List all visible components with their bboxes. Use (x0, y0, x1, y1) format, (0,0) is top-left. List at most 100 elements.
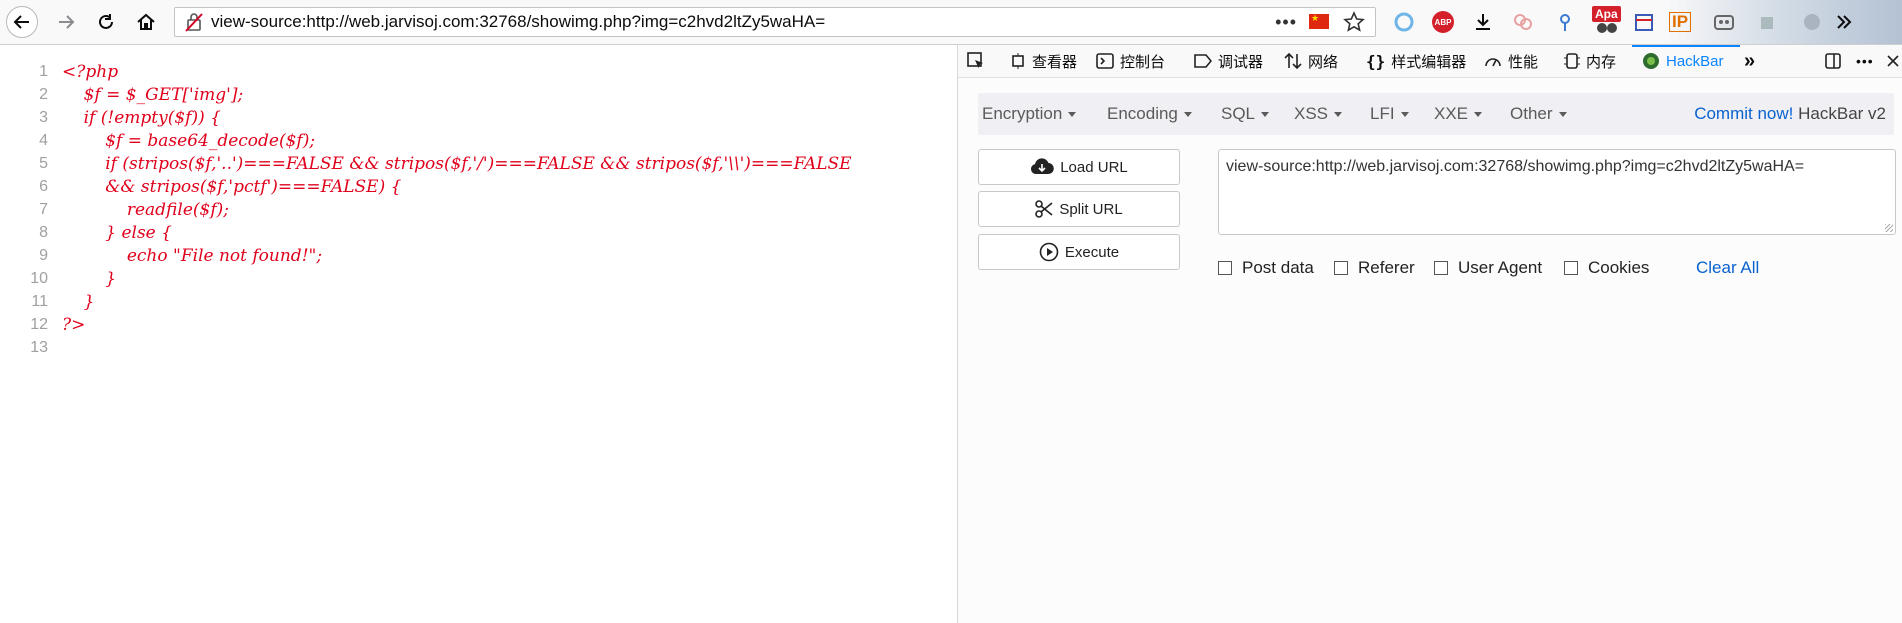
adblock-plus-icon[interactable]: ABP (1431, 10, 1455, 34)
network-icon (1284, 52, 1302, 70)
url-text[interactable]: view-source:http://web.jarvisoj.com:3276… (211, 12, 825, 32)
overflow-menu-icon[interactable] (1832, 10, 1856, 34)
chevron-down-icon (1068, 112, 1077, 118)
line-code: } (62, 269, 117, 289)
circle-extension-icon[interactable] (1392, 10, 1416, 34)
ball-extension-icon[interactable] (1800, 10, 1824, 34)
forward-arrow-icon (59, 15, 75, 29)
reload-icon (99, 14, 113, 29)
record-dots-icon (1595, 16, 1619, 40)
forward-button[interactable] (50, 6, 82, 38)
browser-toolbar: view-source:http://web.jarvisoj.com:3276… (0, 0, 1902, 45)
back-button[interactable] (6, 6, 38, 38)
execute-button[interactable]: Execute (978, 234, 1180, 270)
tab-inspector[interactable]: 查看器 (1010, 45, 1077, 77)
chevron-down-icon (1183, 112, 1192, 118)
menu-encoding[interactable]: Encoding (1107, 93, 1192, 135)
line-number: 11 (31, 293, 48, 310)
ip-extension-badge[interactable]: IP (1669, 12, 1692, 32)
calendar-extension-icon[interactable] (1632, 10, 1656, 34)
inspector-icon (1012, 53, 1024, 69)
hackbar-url-textarea[interactable]: view-source:http://web.jarvisoj.com:3276… (1218, 149, 1896, 235)
split-url-label: Split URL (1059, 200, 1123, 218)
line-number: 3 (39, 109, 48, 126)
element-picker-icon (967, 52, 983, 68)
element-picker-button[interactable] (966, 45, 986, 77)
clear-all-link[interactable]: Clear All (1696, 257, 1759, 279)
view-source-pane: 1 <?php 2 $f = $_GET['img']; 3 if (!empty($… (0, 45, 958, 623)
line-code: $f = base64_decode($f); (62, 131, 316, 151)
hackbar-version: HackBar v2 (1798, 104, 1886, 123)
tab-style-editor[interactable]: {} 样式编辑器 (1366, 45, 1466, 77)
more-tabs-icon[interactable]: » (1744, 45, 1755, 77)
line-number: 9 (39, 247, 48, 264)
close-icon (1887, 55, 1899, 67)
commit-now-link[interactable]: Commit now! (1694, 104, 1793, 123)
chevron-down-icon (1558, 112, 1567, 118)
referer-checkbox[interactable]: Referer (1334, 257, 1415, 279)
play-circle-icon (1039, 242, 1059, 262)
line-number: 4 (39, 132, 48, 149)
checkbox-icon[interactable] (1334, 261, 1348, 275)
checkbox-label: User Agent (1458, 258, 1543, 277)
line-number: 7 (39, 201, 48, 218)
link-circles-icon[interactable] (1511, 10, 1535, 34)
back-arrow-icon (13, 15, 29, 29)
devtools-menu-icon[interactable]: ••• (1856, 45, 1874, 77)
tab-performance[interactable]: 性能 (1484, 45, 1538, 77)
cloud-download-icon (1031, 158, 1054, 175)
menu-encryption[interactable]: Encryption (982, 93, 1077, 135)
close-devtools-button[interactable] (1886, 45, 1900, 77)
menu-lfi[interactable]: LFI (1370, 93, 1409, 135)
page-actions-icon[interactable]: ••• (1275, 12, 1297, 33)
tab-console[interactable]: 控制台 (1096, 45, 1165, 77)
tab-label: 网络 (1308, 53, 1339, 71)
url-bar[interactable]: view-source:http://web.jarvisoj.com:3276… (174, 7, 1376, 37)
tab-label: 查看器 (1032, 53, 1078, 71)
commit-area: Commit now! HackBar v2 (1694, 93, 1886, 135)
checkbox-label: Cookies (1588, 258, 1650, 277)
line-code: } else { (62, 223, 172, 243)
load-url-button[interactable]: Load URL (978, 149, 1180, 185)
checkbox-icon[interactable] (1564, 261, 1578, 275)
devtools-panel: 查看器 控制台 调试器 网络 {} 样式编辑器 性能 内存 HackBar » … (958, 45, 1902, 623)
menu-other[interactable]: Other (1510, 93, 1567, 135)
load-url-label: Load URL (1060, 158, 1128, 176)
reload-button[interactable] (90, 6, 122, 38)
execute-label: Execute (1064, 243, 1120, 261)
insecure-connection-icon[interactable] (183, 11, 205, 33)
home-icon (137, 13, 155, 30)
tab-network[interactable]: 网络 (1284, 45, 1338, 77)
download-icon[interactable] (1471, 10, 1495, 34)
tab-memory[interactable]: 内存 (1564, 45, 1616, 77)
style-editor-braces-icon: {} (1366, 51, 1386, 71)
menu-xxe[interactable]: XXE (1434, 93, 1483, 135)
pin-extension-icon[interactable] (1553, 10, 1577, 34)
user-agent-checkbox[interactable]: User Agent (1434, 257, 1542, 279)
puzzle-extension-icon[interactable] (1756, 10, 1780, 34)
split-url-button[interactable]: Split URL (978, 191, 1180, 227)
menu-xss[interactable]: XSS (1294, 93, 1343, 135)
devtools-tab-bar: 查看器 控制台 调试器 网络 {} 样式编辑器 性能 内存 HackBar » … (958, 45, 1902, 78)
checkbox-label: Referer (1358, 258, 1415, 277)
line-code: if (stripos($f,'..')===FALSE && stripos(… (62, 154, 852, 174)
china-flag-icon[interactable]: ★ (1309, 14, 1329, 29)
resize-grip-icon[interactable] (1885, 224, 1893, 232)
menu-sql[interactable]: SQL (1221, 93, 1270, 135)
line-code: if (!empty($f)) { (62, 108, 221, 128)
tab-label: 调试器 (1218, 53, 1264, 71)
tab-hackbar[interactable]: HackBar (1642, 45, 1724, 77)
bookmark-star-icon[interactable] (1343, 11, 1365, 38)
post-data-checkbox[interactable]: Post data (1218, 257, 1314, 279)
home-button[interactable] (130, 6, 162, 38)
dock-side-icon (1825, 53, 1841, 69)
line-number: 13 (30, 339, 48, 356)
checkbox-icon[interactable] (1434, 261, 1448, 275)
tab-debugger[interactable]: 调试器 (1194, 45, 1263, 77)
dock-toggle-button[interactable] (1824, 45, 1842, 77)
owl-extension-icon[interactable] (1712, 10, 1736, 34)
hackbar-menu-bar: Encryption Encoding SQL XSS LFI XXE Othe… (978, 93, 1894, 135)
checkbox-icon[interactable] (1218, 261, 1232, 275)
cookies-checkbox[interactable]: Cookies (1564, 257, 1649, 279)
tab-label: 性能 (1508, 53, 1539, 71)
